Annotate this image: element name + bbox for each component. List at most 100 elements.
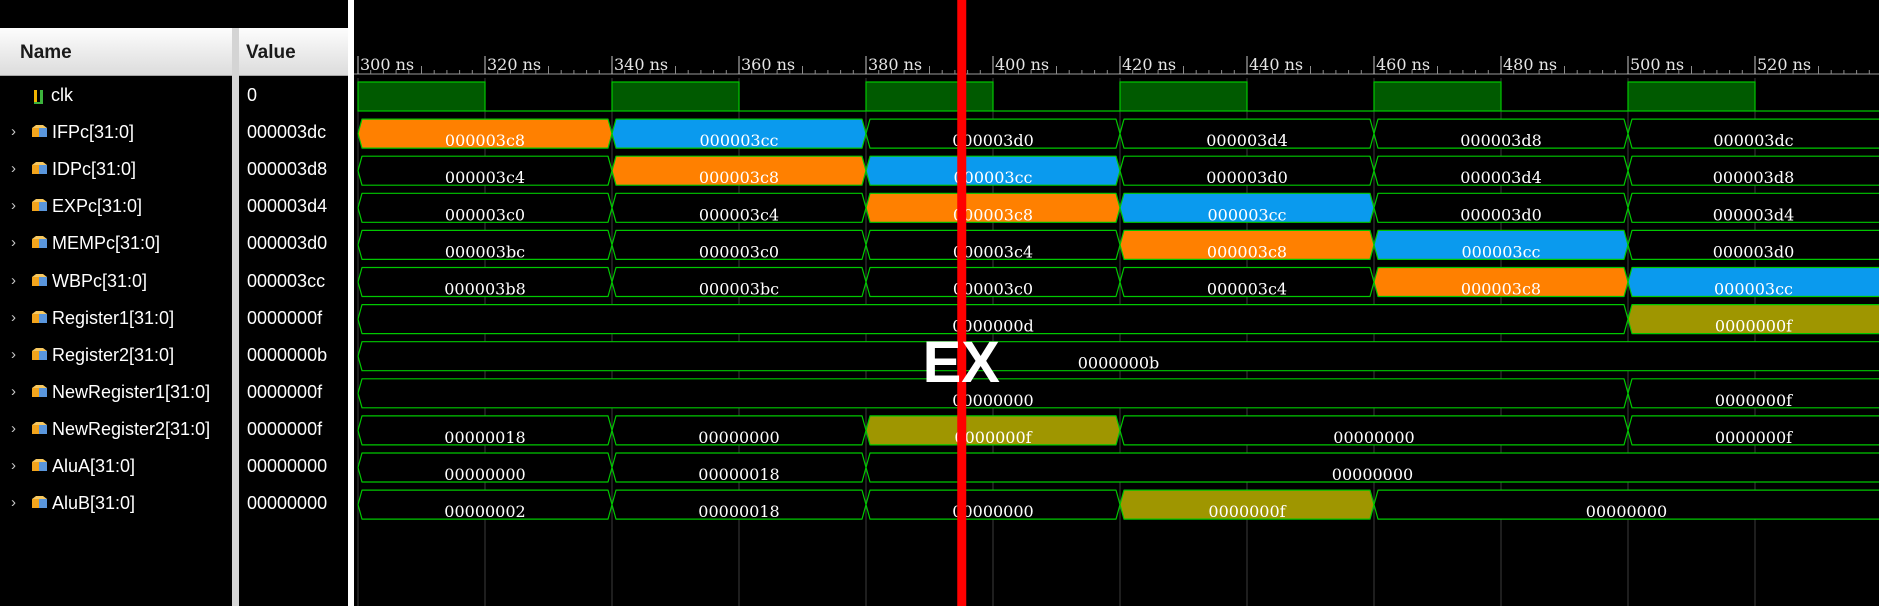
segment-value-label: 000003c0 xyxy=(445,205,525,224)
expand-chevron-icon[interactable]: › xyxy=(11,234,16,251)
bus-signal-icon xyxy=(31,496,49,512)
expand-chevron-icon[interactable]: › xyxy=(11,309,16,326)
bus-waveform[interactable]: 00000000 00000018 00000000 xyxy=(357,452,1879,484)
signal-row[interactable]: clk 0 xyxy=(0,78,348,115)
segment-value-label: 000003cc xyxy=(700,131,779,150)
signal-row[interactable]: › AluA[31:0] 00000000 xyxy=(0,449,348,486)
bus-signal-icon xyxy=(31,236,49,252)
segment-value-label: 000003d0 xyxy=(1713,242,1795,261)
clock-signal-icon xyxy=(33,88,51,104)
bus-signal-icon xyxy=(31,384,49,401)
ruler-tick-label: 440 ns xyxy=(1249,55,1303,74)
expand-chevron-icon[interactable]: › xyxy=(11,123,16,140)
segment-value-label: 000003d0 xyxy=(1206,168,1288,187)
expand-chevron-icon[interactable]: › xyxy=(11,494,16,511)
expand-chevron-icon[interactable]: › xyxy=(11,197,16,214)
segment-value-label: 000003bc xyxy=(699,280,779,299)
signal-name: IFPc[31:0] xyxy=(52,122,135,143)
segment-value-label: 000003dc xyxy=(1713,131,1793,150)
clock-high-pulse xyxy=(357,81,486,112)
ruler-tick-label: 400 ns xyxy=(995,55,1049,74)
waveform-canvas[interactable]: 300 ns 320 ns 340 ns 360 ns 380 ns 400 ns 420 … xyxy=(354,0,1879,606)
segment-value-label: 0000000f xyxy=(1715,391,1793,410)
signal-row[interactable]: › NewRegister2[31:0] 0000000f xyxy=(0,412,348,449)
segment-value-label: 0000000f xyxy=(1715,428,1793,447)
bus-waveform[interactable]: 00000000 0000000f xyxy=(357,378,1879,410)
value-column-header[interactable]: Value xyxy=(239,28,348,76)
signal-row[interactable]: › NewRegister1[31:0] 0000000f xyxy=(0,375,348,412)
panel-top-bar xyxy=(0,0,348,28)
segment-value-label: 000003d4 xyxy=(1713,205,1795,224)
signal-row[interactable]: › IFPc[31:0] 000003dc xyxy=(0,115,348,152)
expand-chevron-icon[interactable]: › xyxy=(11,272,16,289)
signal-value: 000003d8 xyxy=(247,159,328,180)
ruler-tick-label: 380 ns xyxy=(868,55,922,74)
signal-row[interactable]: › MEMPc[31:0] 000003d0 xyxy=(0,226,348,263)
ruler-tick-label: 520 ns xyxy=(1757,55,1811,74)
segment-value-label: 000003d0 xyxy=(1460,205,1542,224)
segment-value-label: 00000000 xyxy=(444,465,525,484)
signal-row[interactable]: › Register2[31:0] 0000000b xyxy=(0,338,348,375)
ruler-tick-label: 460 ns xyxy=(1376,55,1430,74)
time-cursor[interactable] xyxy=(957,0,967,606)
bus-waveform[interactable]: 000003c0 000003c4 000003c8 000003cc 000003d0… xyxy=(357,192,1879,224)
bus-waveform[interactable]: 0000000d 0000000f xyxy=(357,304,1879,336)
segment-value-label: 00000000 xyxy=(1332,465,1413,484)
segment-value-label: 000003c4 xyxy=(699,205,779,224)
time-ruler[interactable]: 300 ns 320 ns 340 ns 360 ns 380 ns 400 ns 420 … xyxy=(354,55,1879,75)
bus-signal-icon xyxy=(31,421,49,438)
clock-high-pulse xyxy=(1373,81,1502,112)
ruler-tick-label: 340 ns xyxy=(614,55,668,74)
signal-row[interactable]: › IDPc[31:0] 000003d8 xyxy=(0,152,348,189)
signal-row[interactable]: › EXPc[31:0] 000003d4 xyxy=(0,189,348,226)
signal-name: WBPc[31:0] xyxy=(52,270,148,291)
ruler-tick-label: 320 ns xyxy=(487,55,541,74)
signal-row[interactable]: › Register1[31:0] 0000000f xyxy=(0,301,348,338)
segment-value-label: 000003bc xyxy=(445,242,525,261)
ruler-tick-label: 420 ns xyxy=(1122,55,1176,74)
bus-waveform[interactable]: 000003bc 000003c0 000003c4 000003c8 000003cc… xyxy=(357,229,1879,261)
ruler-tick-label: 300 ns xyxy=(360,55,414,74)
expand-chevron-icon[interactable]: › xyxy=(11,420,16,437)
segment-value-label: 00000002 xyxy=(444,502,525,521)
expand-chevron-icon[interactable]: › xyxy=(11,383,16,400)
bus-waveform[interactable]: 00000018 00000000 0000000f 00000000 0000000f xyxy=(357,415,1879,447)
bus-waveform[interactable]: 00000002 00000018 00000000 0000000f 00000000 xyxy=(357,489,1879,521)
signal-row[interactable]: › WBPc[31:0] 000003cc xyxy=(0,264,348,301)
signal-list-panel: Name Value clk 0 › IFPc[31:0] 000003dc › IDPc[… xyxy=(0,0,348,606)
signal-value: 000003cc xyxy=(247,270,326,291)
expand-chevron-icon[interactable]: › xyxy=(11,346,16,363)
bus-waveform[interactable]: 000003c4 000003c8 000003cc 000003d0 000003d4… xyxy=(357,155,1879,187)
segment-value-label: 00000018 xyxy=(698,465,779,484)
segment-value-label: 0000000b xyxy=(1078,354,1160,373)
signal-name: MEMPc[31:0] xyxy=(52,233,161,254)
segment-value-label: 000003c8 xyxy=(445,131,525,150)
signal-value: 000003d4 xyxy=(247,196,328,217)
signal-name: AluB[31:0] xyxy=(52,493,136,514)
segment-value-label: 000003cc xyxy=(1208,205,1287,224)
bus-signal-icon xyxy=(31,199,49,215)
name-column-header[interactable]: Name xyxy=(0,28,232,76)
bus-waveform[interactable]: 0000000b xyxy=(357,341,1879,373)
bus-signal-icon xyxy=(31,162,49,178)
expand-chevron-icon[interactable]: › xyxy=(11,457,16,474)
segment-value-label: 00000000 xyxy=(1333,428,1414,447)
bus-signal-icon xyxy=(31,459,49,475)
signal-name: clk xyxy=(51,85,73,105)
segment-value-label: 000003c4 xyxy=(1207,280,1287,299)
segment-value-label: 000003d8 xyxy=(1713,168,1795,187)
clock-high-pulse xyxy=(1119,81,1248,112)
expand-chevron-icon[interactable]: › xyxy=(11,160,16,177)
bus-waveform[interactable]: 000003b8 000003bc 000003c0 000003c4 000003c8… xyxy=(357,266,1879,299)
segment-value-label: 000003c8 xyxy=(1207,242,1287,261)
signal-value: 000003d0 xyxy=(247,233,328,254)
signal-value: 0000000f xyxy=(247,418,323,439)
bus-waveform[interactable]: 000003c8 000003cc 000003d0 000003d4 000003d8… xyxy=(357,118,1879,150)
clock-waveform[interactable] xyxy=(357,81,1879,112)
signal-value: 00000000 xyxy=(247,456,328,476)
ruler-tick-label: 360 ns xyxy=(741,55,795,74)
signal-row[interactable]: › AluB[31:0] 00000000 xyxy=(0,486,348,523)
segment-value-label: 000003d4 xyxy=(1460,168,1542,187)
segment-value-label: 000003d8 xyxy=(1460,131,1542,150)
segment-value-label: 00000018 xyxy=(698,502,779,521)
